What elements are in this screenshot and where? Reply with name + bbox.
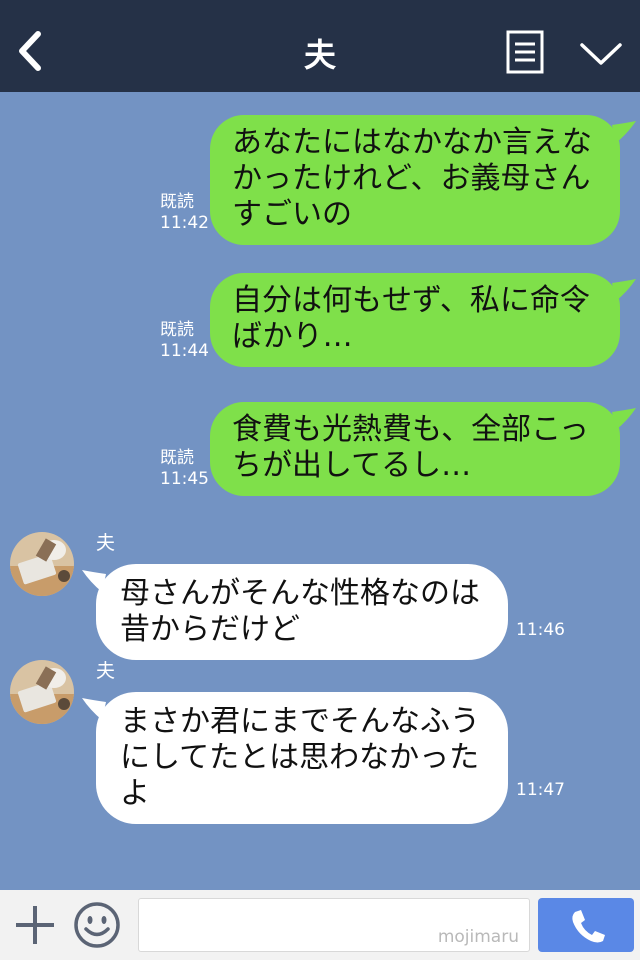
notes-button[interactable] bbox=[506, 30, 544, 74]
outgoing-message[interactable]: 食費も光熱費も、全部こっ ちが出してるし… bbox=[210, 402, 636, 496]
bubble-tail bbox=[612, 121, 636, 143]
plus-icon bbox=[16, 906, 54, 944]
chat-title: 夫 bbox=[303, 36, 336, 74]
message-line: すごいの bbox=[232, 197, 352, 232]
bubble-tail bbox=[82, 698, 106, 720]
message-time: 11:47 bbox=[516, 780, 565, 800]
bubble-tail bbox=[612, 279, 636, 301]
message-line: まさか君にまでそんなふう bbox=[120, 704, 480, 739]
incoming-message[interactable]: 夫 まさか君にまでそんなふう にしてたとは思わなかった よ 11:47 bbox=[0, 656, 640, 824]
message-input[interactable]: mojimaru bbox=[138, 898, 530, 952]
avatar-photo-icon bbox=[10, 532, 74, 596]
outgoing-bubble: あなたにはなかなか言えな かったけれど、お義母さん すごいの bbox=[210, 115, 636, 245]
avatar[interactable] bbox=[10, 532, 74, 596]
message-meta: 既読 11:44 bbox=[160, 320, 209, 362]
outgoing-message[interactable]: 自分は何もせず、私に命令 ばかり… bbox=[210, 273, 636, 367]
message-line: かったけれど、お義母さん bbox=[232, 161, 591, 196]
sender-name: 夫 bbox=[96, 532, 116, 554]
message-line: よ bbox=[120, 776, 150, 811]
chat-header: 夫 bbox=[0, 0, 640, 92]
read-receipt: 既読 bbox=[160, 320, 194, 340]
outgoing-bubble: 自分は何もせず、私に命令 ばかり… bbox=[210, 273, 636, 367]
message-line: 昔からだけど bbox=[120, 612, 300, 647]
message-line: 食費も光熱費も、全部こっ bbox=[232, 412, 589, 447]
notes-icon bbox=[506, 30, 544, 74]
message-line: 自分は何もせず、私に命令 bbox=[232, 283, 590, 318]
outgoing-bubble: 食費も光熱費も、全部こっ ちが出してるし… bbox=[210, 402, 636, 496]
smiley-icon bbox=[74, 902, 120, 948]
call-button[interactable] bbox=[538, 898, 634, 952]
dropdown-button[interactable] bbox=[576, 36, 626, 70]
outgoing-message[interactable]: あなたにはなかなか言えな かったけれど、お義母さん すごいの bbox=[210, 115, 636, 245]
message-meta: 既読 11:42 bbox=[160, 192, 209, 234]
bubble-tail bbox=[82, 570, 106, 592]
message-line: あなたにはなかなか言えな bbox=[232, 125, 592, 160]
incoming-bubble: 母さんがそんな性格なのは 昔からだけど bbox=[82, 564, 508, 660]
avatar[interactable] bbox=[10, 660, 74, 724]
emoji-button[interactable] bbox=[72, 900, 122, 950]
bubble-tail bbox=[612, 408, 636, 430]
watermark-text: mojimaru bbox=[437, 927, 519, 947]
message-line: ちが出してるし… bbox=[232, 448, 472, 483]
message-time: 11:45 bbox=[160, 469, 209, 489]
chat-area[interactable]: 既読 11:42 あなたにはなかなか言えな かったけれど、お義母さん すごいの … bbox=[0, 92, 640, 890]
message-time: 11:42 bbox=[160, 213, 209, 233]
input-bar: mojimaru bbox=[0, 890, 640, 960]
read-receipt: 既読 bbox=[160, 192, 194, 212]
sender-name: 夫 bbox=[96, 660, 116, 682]
avatar-photo-icon bbox=[10, 660, 74, 724]
message-line: ばかり… bbox=[232, 319, 353, 354]
message-meta: 既読 11:45 bbox=[160, 448, 209, 490]
phone-icon bbox=[572, 910, 605, 943]
add-button[interactable] bbox=[12, 902, 58, 948]
incoming-message[interactable]: 夫 母さんがそんな性格なのは 昔からだけど 11:46 bbox=[0, 528, 640, 660]
message-line: 母さんがそんな性格なのは bbox=[120, 576, 480, 611]
message-time: 11:46 bbox=[516, 620, 565, 640]
chevron-down-icon bbox=[580, 43, 622, 65]
message-line: にしてたとは思わなかった bbox=[120, 740, 480, 775]
incoming-bubble: まさか君にまでそんなふう にしてたとは思わなかった よ bbox=[82, 692, 508, 824]
read-receipt: 既読 bbox=[160, 448, 194, 468]
message-time: 11:44 bbox=[160, 341, 209, 361]
